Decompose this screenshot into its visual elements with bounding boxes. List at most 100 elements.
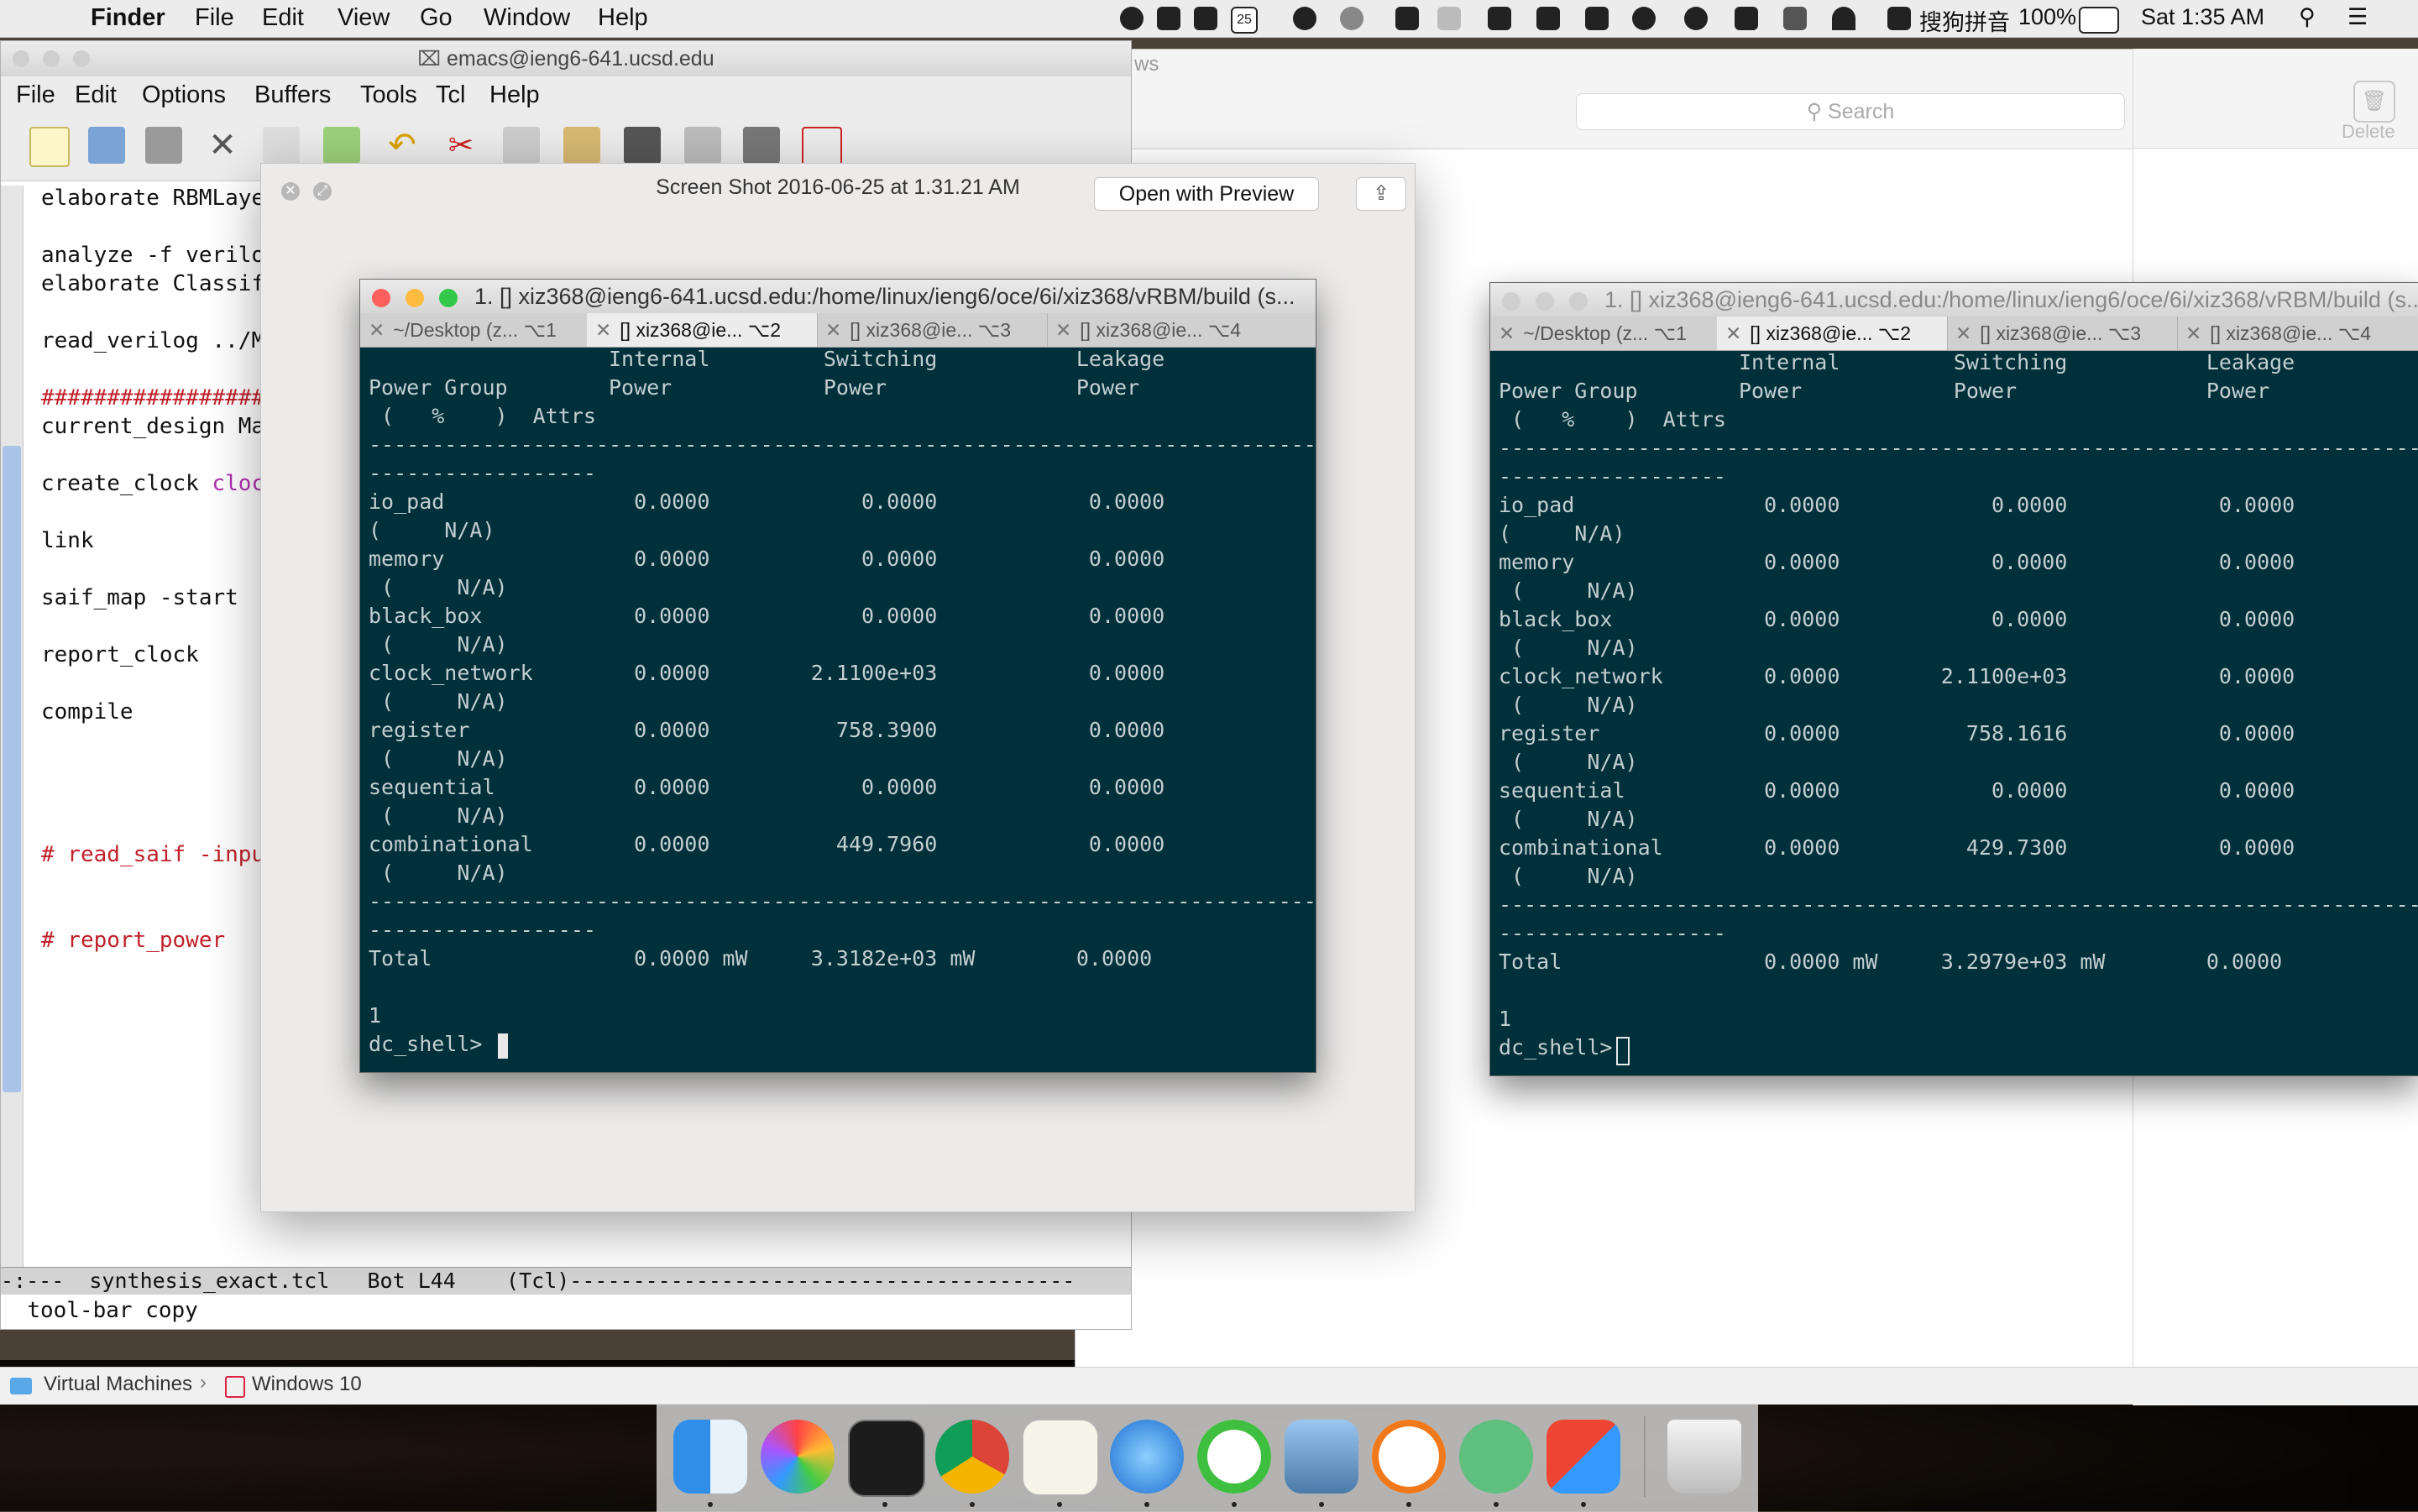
close-tab-icon[interactable]: ✕ bbox=[825, 319, 841, 341]
terminal-titlebar[interactable]: 1. [] xiz368@ieng6-641.ucsd.edu:/home/li… bbox=[1490, 283, 2418, 317]
terminal-tab[interactable]: ✕ ~/Desktop (z... ⌥1 bbox=[360, 313, 588, 347]
delete-button[interactable]: 🗑 bbox=[2353, 81, 2395, 123]
close-tab-icon[interactable]: ✕ bbox=[1499, 322, 1515, 344]
zoom-icon[interactable] bbox=[1569, 292, 1588, 311]
finder-icon[interactable] bbox=[673, 1420, 747, 1494]
airplay-icon[interactable] bbox=[1783, 7, 1807, 30]
save-all-icon[interactable] bbox=[323, 127, 360, 164]
close-icon[interactable] bbox=[13, 50, 29, 67]
battery-icon[interactable] bbox=[2079, 7, 2119, 34]
terminal-tab[interactable]: ✕ ~/Desktop (z... ⌥1 bbox=[1490, 317, 1718, 350]
close-tab-icon[interactable]: ✕ bbox=[595, 319, 611, 341]
menu-view[interactable]: View bbox=[338, 4, 390, 32]
new-file-icon[interactable] bbox=[29, 127, 70, 167]
minimize-icon[interactable] bbox=[406, 289, 424, 307]
menu-file[interactable]: File bbox=[195, 4, 234, 32]
terminal-tab[interactable]: ✕[] xiz368@ie... ⌥3 bbox=[1947, 317, 2178, 350]
copy-icon[interactable] bbox=[503, 127, 540, 164]
wechat-icon[interactable] bbox=[1197, 1420, 1271, 1494]
download-icon[interactable] bbox=[1488, 7, 1511, 30]
emacs-scroll-thumb[interactable] bbox=[3, 446, 21, 1092]
cut-icon[interactable]: ✂ bbox=[442, 127, 479, 164]
drive-icon[interactable] bbox=[1194, 7, 1217, 30]
notification-center-icon[interactable]: ☰ bbox=[2347, 4, 2368, 30]
photos-icon[interactable] bbox=[761, 1420, 835, 1494]
terminal-output[interactable]: Internal Switching Leakage Total Power G… bbox=[360, 347, 1316, 1072]
toggle-icon[interactable] bbox=[1437, 7, 1461, 30]
close-tab-icon[interactable]: ✕ bbox=[1725, 322, 1741, 344]
path-item-virtual-machines[interactable]: Virtual Machines bbox=[44, 1373, 192, 1396]
undo-icon[interactable]: ↶ bbox=[384, 127, 421, 164]
emacs-menu-file[interactable]: File bbox=[16, 81, 55, 109]
minimize-icon[interactable] bbox=[1536, 292, 1554, 311]
minimize-icon[interactable] bbox=[43, 50, 60, 67]
close-icon[interactable] bbox=[1502, 292, 1520, 311]
menu-app-name[interactable]: Finder bbox=[91, 4, 165, 32]
zoom-icon[interactable] bbox=[73, 50, 90, 67]
atom-icon[interactable] bbox=[1459, 1420, 1533, 1494]
preview-icon[interactable] bbox=[1285, 1420, 1358, 1494]
open-folder-icon[interactable] bbox=[88, 127, 125, 164]
menu-help[interactable]: Help bbox=[598, 4, 648, 32]
hat-icon[interactable] bbox=[1684, 7, 1708, 30]
close-tab-icon[interactable]: ✕ bbox=[369, 319, 385, 341]
emacs-menu-edit[interactable]: Edit bbox=[75, 81, 117, 109]
textedit-icon[interactable] bbox=[1023, 1420, 1098, 1495]
menu-edit[interactable]: Edit bbox=[262, 4, 304, 32]
terminal-icon[interactable] bbox=[848, 1420, 925, 1497]
close-icon[interactable] bbox=[372, 289, 390, 307]
print-icon[interactable] bbox=[684, 127, 721, 164]
compass-icon[interactable] bbox=[1632, 7, 1656, 30]
sogou-icon[interactable] bbox=[1887, 7, 1911, 30]
emacs-minibuffer[interactable]: tool-bar copy bbox=[1, 1294, 1131, 1327]
terminal-tab[interactable]: ✕[] xiz368@ie... ⌥3 bbox=[817, 313, 1048, 347]
terminal-tab-active[interactable]: ✕[] xiz368@ie... ⌥2 bbox=[1717, 317, 1948, 350]
close-buffer-icon[interactable]: ✕ bbox=[204, 127, 241, 164]
parallels-icon[interactable] bbox=[1547, 1420, 1620, 1494]
xquartz-icon[interactable] bbox=[1372, 1420, 1446, 1494]
zoom-icon[interactable] bbox=[439, 289, 458, 307]
path-item-windows-10[interactable]: Windows 10 bbox=[252, 1373, 362, 1396]
paste-icon[interactable] bbox=[563, 127, 600, 164]
grammarly-icon[interactable] bbox=[1585, 7, 1609, 30]
input-method-label[interactable]: 搜狗拼音 bbox=[1919, 4, 2010, 37]
finder-search-field[interactable]: ⚲ Search bbox=[1576, 93, 2125, 130]
open-with-preview-button[interactable]: Open with Preview bbox=[1094, 177, 1319, 211]
menu-go[interactable]: Go bbox=[420, 4, 453, 32]
trash-icon[interactable] bbox=[1667, 1420, 1741, 1494]
emacs-menu-tcl[interactable]: Tcl bbox=[436, 81, 465, 109]
dropbox-icon[interactable] bbox=[1735, 7, 1758, 30]
emacs-menu-buffers[interactable]: Buffers bbox=[254, 81, 331, 109]
info-icon[interactable] bbox=[1293, 7, 1316, 30]
chrome-icon[interactable] bbox=[935, 1420, 1009, 1494]
calendar-icon[interactable]: 25 bbox=[1231, 7, 1258, 34]
grid-icon[interactable] bbox=[1395, 7, 1419, 30]
terminal-tab[interactable]: ✕[] xiz368@ie... ⌥4 bbox=[1047, 313, 1316, 347]
emacs-scrollbar[interactable] bbox=[1, 186, 24, 1269]
close-tab-icon[interactable]: ✕ bbox=[2185, 322, 2201, 344]
wechat-status-icon[interactable] bbox=[1157, 7, 1180, 30]
terminal-output[interactable]: Internal Switching Leakage Total Power G… bbox=[1490, 350, 2418, 1075]
terminal-tab[interactable]: ✕[] xiz368@ie... ⌥4 bbox=[2177, 317, 2418, 350]
preferences-icon[interactable] bbox=[743, 127, 780, 164]
help-icon[interactable] bbox=[802, 127, 842, 167]
terminal-tab-active[interactable]: ✕[] xiz368@ie... ⌥2 bbox=[587, 313, 818, 347]
close-tab-icon[interactable]: ✕ bbox=[1055, 319, 1071, 341]
copy-status-icon[interactable] bbox=[1536, 7, 1560, 30]
save-as-icon[interactable] bbox=[263, 127, 300, 164]
share-button[interactable]: ⇪ bbox=[1356, 177, 1406, 211]
terminal-titlebar[interactable]: 1. [] xiz368@ieng6-641.ucsd.edu:/home/li… bbox=[360, 280, 1316, 313]
emacs-menu-tools[interactable]: Tools bbox=[360, 81, 417, 109]
status-checkmark-icon[interactable] bbox=[1120, 7, 1144, 30]
spotlight-icon[interactable]: ⚲ bbox=[2299, 4, 2316, 30]
save-icon[interactable] bbox=[145, 127, 182, 164]
menu-clock[interactable]: Sat 1:35 AM bbox=[2141, 4, 2264, 30]
emacs-menu-options[interactable]: Options bbox=[142, 81, 226, 109]
emacs-menu-help[interactable]: Help bbox=[489, 81, 540, 109]
menu-window[interactable]: Window bbox=[484, 4, 570, 32]
wifi-icon[interactable] bbox=[1832, 7, 1855, 30]
search-icon[interactable] bbox=[624, 127, 661, 164]
quicktime-icon[interactable] bbox=[1110, 1420, 1184, 1494]
emacs-titlebar[interactable]: ⌧ emacs@ieng6-641.ucsd.edu bbox=[1, 41, 1131, 77]
creative-cloud-icon[interactable] bbox=[1340, 7, 1363, 30]
